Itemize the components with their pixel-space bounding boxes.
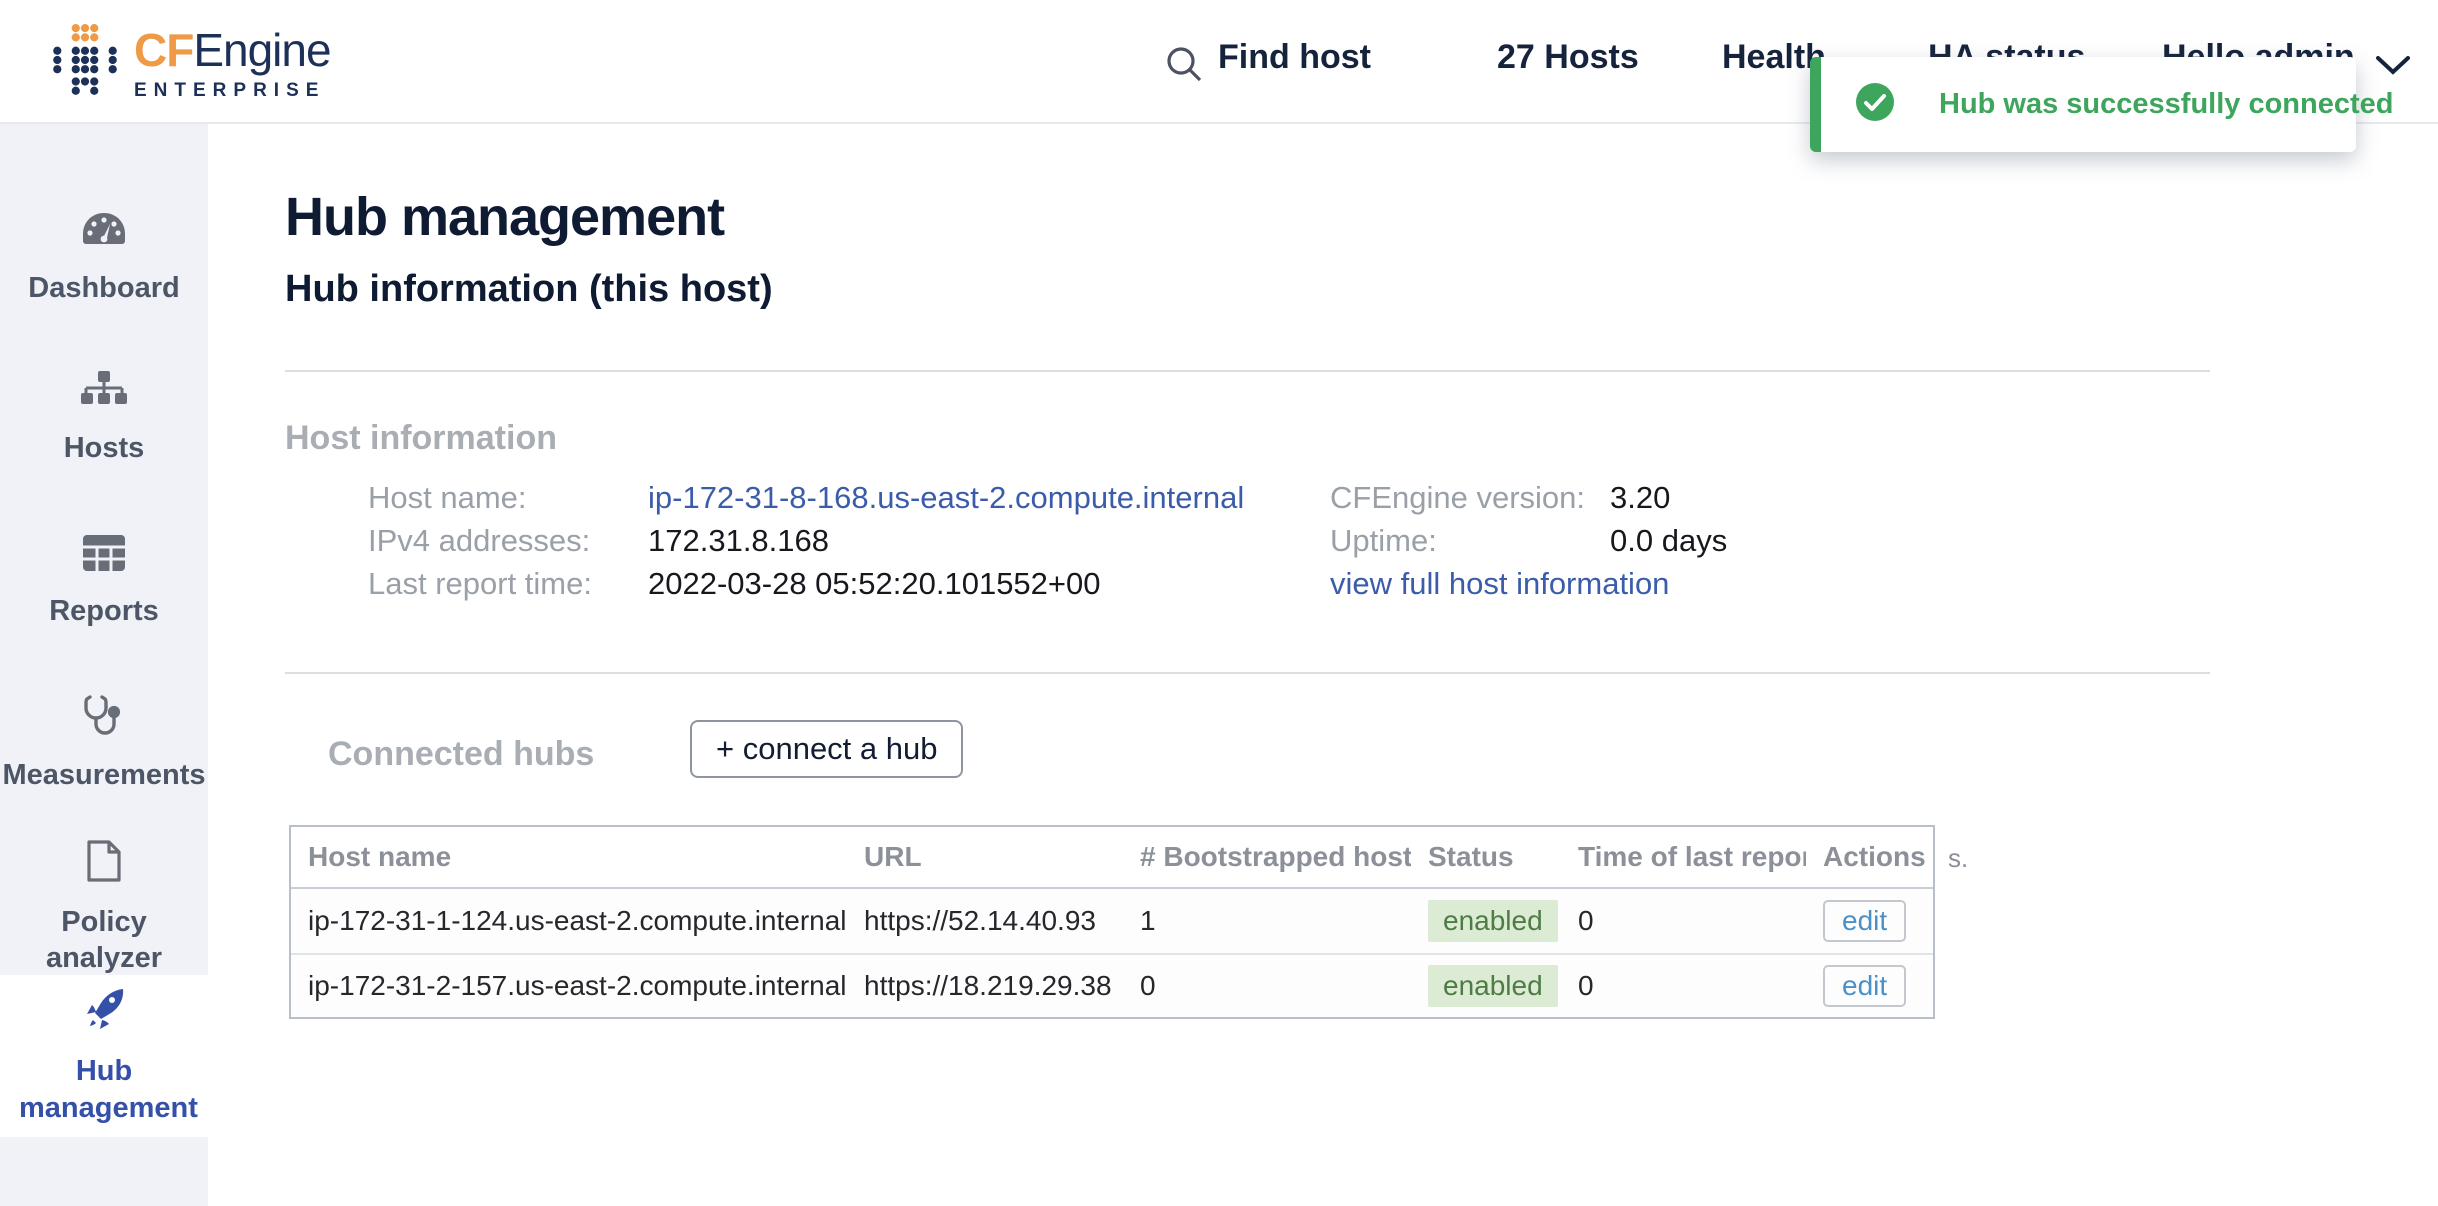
check-circle-icon: [1855, 82, 1895, 127]
cell-status: enabled: [1411, 965, 1561, 1007]
table-icon: [82, 534, 126, 577]
stray-text: s.: [1948, 843, 1968, 874]
gauge-icon: [80, 209, 128, 254]
sidebar-item-hosts[interactable]: Hosts: [0, 340, 208, 495]
column-time-of-last-report: Time of last report: [1561, 841, 1806, 873]
column-status: Status: [1411, 841, 1561, 873]
ipv4-label: IPv4 addresses:: [368, 525, 648, 556]
cell-url: https://18.219.29.38: [847, 970, 1123, 1002]
sidebar-item-label: Hub management: [19, 1053, 189, 1126]
ipv4-row: IPv4 addresses: 172.31.8.168: [368, 525, 1244, 556]
divider: [285, 672, 2210, 674]
cell-host-name: ip-172-31-1-124.us-east-2.compute.intern…: [291, 905, 847, 937]
rocket-icon: [81, 986, 127, 1037]
column-bootstrapped-hosts: # Bootstrapped hosts: [1123, 841, 1411, 873]
main-content: Hub management Hub information (this hos…: [208, 124, 2438, 1206]
host-info-left: Host name: ip-172-31-8-168.us-east-2.com…: [368, 482, 1244, 599]
cfengine-logo[interactable]: CFEngine ENTERPRISE: [52, 22, 331, 105]
column-url: URL: [847, 841, 1123, 873]
edit-button[interactable]: edit: [1823, 900, 1906, 942]
sitemap-icon: [81, 369, 127, 414]
search-icon[interactable]: [1162, 42, 1206, 91]
sidebar-item-label: Measurements: [2, 757, 205, 793]
host-info-right: CFEngine version: 3.20 Uptime: 0.0 days …: [1330, 482, 1727, 599]
sidebar-item-reports[interactable]: Reports: [0, 504, 208, 659]
stethoscope-icon: [82, 694, 126, 741]
find-host-search[interactable]: Find host: [1218, 38, 1371, 77]
cell-bootstrapped-hosts: 0: [1123, 970, 1411, 1002]
connected-hubs-heading: Connected hubs: [328, 735, 594, 774]
sidebar-item-label: Reports: [49, 593, 159, 629]
chevron-down-icon[interactable]: [2372, 50, 2414, 85]
sidebar-item-dashboard[interactable]: Dashboard: [0, 180, 208, 335]
cell-status: enabled: [1411, 900, 1561, 942]
view-full-row: view full host information: [1330, 568, 1727, 599]
cfengine-version-value: 3.20: [1610, 482, 1670, 513]
sidebar: Dashboard Hosts Re: [0, 124, 208, 1206]
cell-actions: edit: [1806, 900, 1933, 942]
table-row: ip-172-31-1-124.us-east-2.compute.intern…: [291, 889, 1933, 953]
sidebar-item-label: Hosts: [64, 430, 145, 466]
brand-cf: CF: [134, 24, 193, 76]
brand-enterprise: ENTERPRISE: [134, 81, 331, 100]
page-title: Hub management: [285, 186, 724, 248]
cfengine-version-label: CFEngine version:: [1330, 482, 1610, 513]
cell-actions: edit: [1806, 965, 1933, 1007]
host-name-label: Host name:: [368, 482, 648, 513]
ipv4-value: 172.31.8.168: [648, 525, 829, 556]
cfengine-version-row: CFEngine version: 3.20: [1330, 482, 1727, 513]
uptime-row: Uptime: 0.0 days: [1330, 525, 1727, 556]
last-report-row: Last report time: 2022-03-28 05:52:20.10…: [368, 568, 1244, 599]
toast-message: Hub was successfully connected: [1939, 88, 2393, 121]
last-report-value: 2022-03-28 05:52:20.101552+00: [648, 568, 1101, 599]
host-name-row: Host name: ip-172-31-8-168.us-east-2.com…: [368, 482, 1244, 513]
column-actions: Actions: [1806, 841, 1933, 873]
status-badge: enabled: [1428, 900, 1558, 942]
sidebar-item-policy-analyzer[interactable]: Policy analyzer: [0, 830, 208, 985]
table-row: ip-172-31-2-157.us-east-2.compute.intern…: [291, 953, 1933, 1017]
page-subtitle: Hub information (this host): [285, 268, 773, 311]
toast-success[interactable]: Hub was successfully connected: [1810, 57, 2356, 152]
host-name-link[interactable]: ip-172-31-8-168.us-east-2.compute.intern…: [648, 482, 1244, 513]
uptime-value: 0.0 days: [1610, 525, 1727, 556]
uptime-label: Uptime:: [1330, 525, 1610, 556]
sidebar-item-label: Policy analyzer: [0, 904, 208, 977]
cell-url: https://52.14.40.93: [847, 905, 1123, 937]
last-report-label: Last report time:: [368, 568, 648, 599]
column-host-name: Host name: [291, 841, 847, 873]
cfengine-robot-icon: [52, 22, 118, 105]
table-header-row: Host name URL # Bootstrapped hosts Statu…: [291, 827, 1933, 889]
sidebar-item-measurements[interactable]: Measurements: [0, 666, 208, 821]
brand-engine: Engine: [193, 24, 330, 76]
connected-hubs-table: Host name URL # Bootstrapped hosts Statu…: [289, 825, 1935, 1019]
cell-bootstrapped-hosts: 1: [1123, 905, 1411, 937]
cfengine-wordmark: CFEngine ENTERPRISE: [134, 27, 331, 100]
view-full-host-information-link[interactable]: view full host information: [1330, 568, 1669, 599]
nav-hosts-count[interactable]: 27 Hosts: [1497, 38, 1639, 77]
cell-host-name: ip-172-31-2-157.us-east-2.compute.intern…: [291, 970, 847, 1002]
connect-a-hub-button[interactable]: + connect a hub: [690, 720, 963, 778]
cell-time-of-last-report: 0: [1561, 905, 1806, 937]
status-badge: enabled: [1428, 965, 1558, 1007]
file-icon: [85, 839, 123, 888]
cell-time-of-last-report: 0: [1561, 970, 1806, 1002]
host-information-heading: Host information: [285, 419, 557, 458]
edit-button[interactable]: edit: [1823, 965, 1906, 1007]
sidebar-item-label: Dashboard: [28, 270, 179, 306]
sidebar-item-hub-management[interactable]: Hub management: [0, 975, 208, 1137]
divider: [285, 370, 2210, 372]
